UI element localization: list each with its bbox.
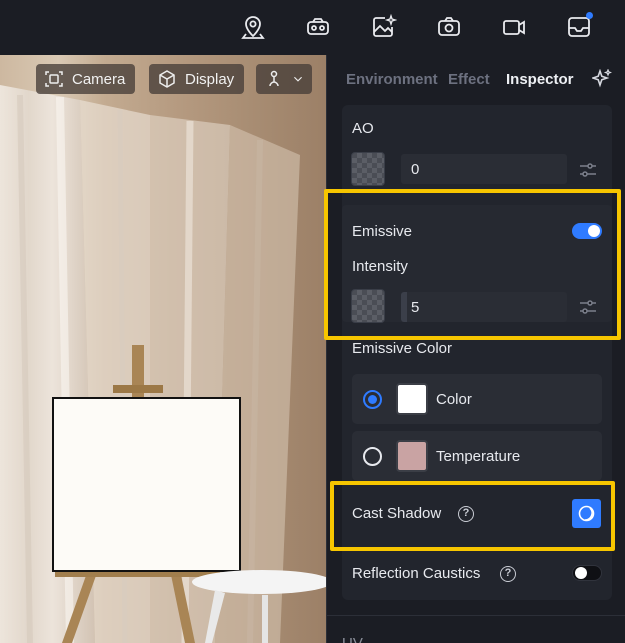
- section-divider: [327, 615, 625, 616]
- shadow-icon: [578, 505, 595, 522]
- camera-button[interactable]: Camera: [36, 64, 136, 94]
- adjust-sliders-icon[interactable]: [578, 160, 598, 180]
- emissive-color-option-temperature[interactable]: Temperature: [352, 431, 602, 481]
- camera-frame-icon: [45, 71, 63, 87]
- ao-value: 0: [411, 161, 420, 178]
- intensity-label: Intensity: [352, 258, 408, 275]
- intensity-value-field[interactable]: 5: [401, 292, 567, 322]
- temperature-radio[interactable]: [363, 447, 382, 466]
- color-swatch[interactable]: [396, 383, 428, 415]
- notification-dot: [586, 12, 593, 19]
- tab-effect[interactable]: Effect: [448, 71, 490, 88]
- display-button[interactable]: Display: [149, 64, 245, 94]
- display-button-label: Display: [185, 70, 235, 88]
- emissive-color-label: Emissive Color: [352, 340, 453, 357]
- inbox-icon[interactable]: [566, 12, 593, 40]
- ao-label: AO: [352, 120, 374, 137]
- emissive-label: Emissive: [352, 223, 413, 240]
- ao-value-field[interactable]: 0: [401, 154, 567, 184]
- navigation-mode-dropdown[interactable]: [256, 64, 312, 94]
- ao-texture-slot[interactable]: [351, 152, 385, 186]
- emissive-toggle[interactable]: [572, 223, 602, 239]
- reflection-caustics-label: Reflection Caustics: [352, 565, 481, 582]
- panel-tabs: Environment Effect Inspector: [327, 55, 625, 103]
- help-icon[interactable]: ?: [500, 566, 516, 582]
- adjust-sliders-icon[interactable]: [578, 297, 598, 317]
- camera-icon[interactable]: [436, 14, 462, 40]
- vr-headset-icon[interactable]: [305, 14, 331, 40]
- intensity-fill: [401, 292, 407, 322]
- intensity-value: 5: [411, 299, 420, 316]
- reflection-caustics-toggle[interactable]: [572, 565, 602, 581]
- color-radio[interactable]: [363, 390, 382, 409]
- video-icon[interactable]: [501, 14, 527, 40]
- temperature-option-label: Temperature: [436, 448, 521, 465]
- chevron-down-icon: [294, 76, 302, 82]
- color-option-label: Color: [436, 391, 472, 408]
- map-pin-icon[interactable]: [240, 14, 266, 40]
- scene-render: [0, 85, 326, 643]
- tab-environment[interactable]: Environment: [346, 71, 438, 88]
- top-toolbar: [0, 0, 625, 55]
- ai-image-icon[interactable]: [371, 14, 397, 40]
- temperature-swatch[interactable]: [396, 440, 428, 472]
- intensity-texture-slot[interactable]: [351, 289, 385, 323]
- cube-icon: [159, 70, 175, 88]
- ai-sparkle-icon[interactable]: [590, 68, 613, 89]
- tab-inspector[interactable]: Inspector: [506, 71, 574, 88]
- uv-section-label[interactable]: UV: [342, 635, 363, 643]
- emissive-color-option-color[interactable]: Color: [352, 374, 602, 424]
- camera-button-label: Camera: [72, 70, 126, 88]
- properties-panel: Environment Effect Inspector AO 0 Emissi…: [326, 55, 625, 643]
- cast-shadow-toggle[interactable]: [572, 499, 601, 528]
- 3d-viewport[interactable]: Camera Display: [0, 55, 326, 643]
- walk-mode-icon: [269, 70, 279, 87]
- cast-shadow-label: Cast Shadow: [352, 505, 442, 522]
- help-icon[interactable]: ?: [458, 506, 474, 522]
